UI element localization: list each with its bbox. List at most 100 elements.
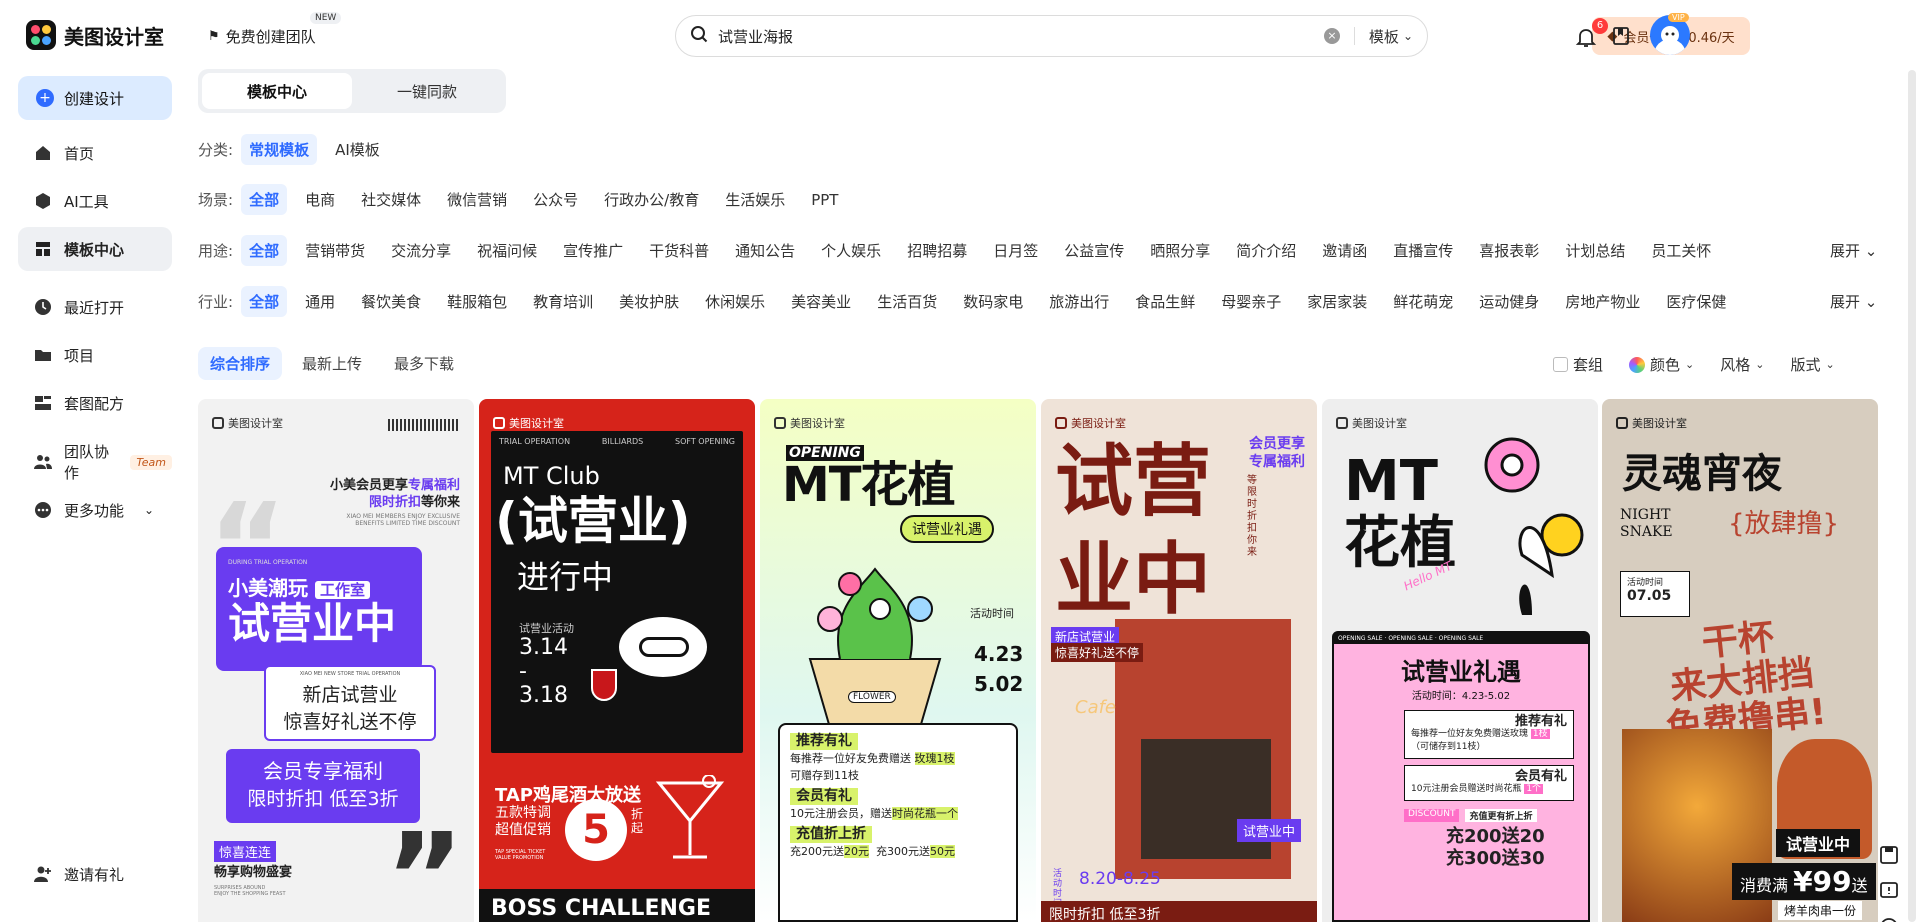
- filter-option[interactable]: 直播宣传: [1385, 235, 1461, 266]
- style-dropdown[interactable]: 风格 ⌄: [1720, 354, 1764, 375]
- filter-option[interactable]: 交流分享: [383, 235, 459, 266]
- filter-option[interactable]: 员工关怀: [1643, 235, 1719, 266]
- filter-option[interactable]: 营销带货: [297, 235, 373, 266]
- filter-option[interactable]: 微信营销: [439, 184, 515, 215]
- color-dropdown[interactable]: 颜色 ⌄: [1629, 354, 1694, 375]
- filter-option[interactable]: 鲜花萌宠: [1385, 286, 1461, 317]
- template-card[interactable]: 美图设计室 MT 花植 Hello MT OPENING SALE · OPENI…: [1322, 399, 1598, 922]
- tab-one-click-same[interactable]: 一键同款: [352, 73, 502, 109]
- filter-option[interactable]: 食品生鲜: [1127, 286, 1203, 317]
- folder-icon: [34, 346, 52, 364]
- filter-option[interactable]: 全部: [241, 286, 288, 317]
- filter-option[interactable]: 常规模板: [241, 134, 318, 165]
- search-input[interactable]: [718, 27, 1324, 45]
- filter-option[interactable]: 美容美业: [783, 286, 859, 317]
- sidebar-item-projects[interactable]: 项目: [18, 333, 172, 377]
- filter-option[interactable]: 行政办公/教育: [596, 184, 707, 215]
- filter-option[interactable]: 全部: [241, 235, 288, 266]
- sidebar-item-recent[interactable]: 最近打开: [18, 285, 172, 329]
- filter-option[interactable]: 招聘招募: [899, 235, 975, 266]
- tab-template-center[interactable]: 模板中心: [202, 73, 352, 109]
- template-card[interactable]: 美图设计室 灵魂宵夜 NIGHT SNAKE {放肆撸} 活动时间 07.05 干杯…: [1602, 399, 1878, 922]
- filter-option[interactable]: 公众号: [525, 184, 586, 215]
- card-text: 小美会员更享专属福利 限时折扣等你来: [329, 478, 460, 510]
- sort-newest[interactable]: 最新上传: [290, 347, 374, 380]
- sidebar-item-recipes[interactable]: 套图配方: [18, 381, 172, 425]
- filter-option[interactable]: 运动健身: [1471, 286, 1547, 317]
- filter-option[interactable]: 餐饮美食: [353, 286, 429, 317]
- filter-option[interactable]: 日月签: [985, 235, 1046, 266]
- expand-industry-button[interactable]: 展开 ⌄: [1830, 291, 1877, 312]
- sidebar-item-more[interactable]: 更多功能 ⌄: [18, 488, 172, 532]
- bookmark-icon[interactable]: [1611, 26, 1631, 46]
- filter-option[interactable]: 家居家装: [1299, 286, 1375, 317]
- filter-option[interactable]: 鞋服箱包: [439, 286, 515, 317]
- filter-option[interactable]: 母婴亲子: [1213, 286, 1289, 317]
- card-brand: 美图设计室: [212, 415, 283, 431]
- feedback-icon[interactable]: [1878, 880, 1900, 902]
- wine-glass-icon: [591, 669, 617, 701]
- filter-option[interactable]: 宣传推广: [555, 235, 631, 266]
- create-team-button[interactable]: ⚑ 免费创建团队: [208, 26, 316, 47]
- filter-option[interactable]: 生活百货: [869, 286, 945, 317]
- template-card[interactable]: 美图设计室 试营 业中 会员更享 专属福利 等限时折扣你来 新店试营业 惊喜好礼送不…: [1041, 399, 1317, 922]
- filter-option[interactable]: 晒照分享: [1142, 235, 1218, 266]
- filter-option[interactable]: 数码家电: [955, 286, 1031, 317]
- filter-option[interactable]: 全部: [241, 184, 288, 215]
- filter-option[interactable]: 邀请函: [1314, 235, 1375, 266]
- filter-option[interactable]: 旅游出行: [1041, 286, 1117, 317]
- filter-option[interactable]: 房地产物业: [1557, 286, 1648, 317]
- sidebar-item-home[interactable]: 首页: [18, 131, 172, 175]
- sidebar-item-templates[interactable]: 模板中心: [18, 227, 172, 271]
- template-card[interactable]: 美图设计室 TRIAL OPERATION BILLIARDS SOFT OPENI…: [479, 399, 755, 922]
- brand-label: 美图设计室: [1071, 417, 1126, 430]
- filter-option[interactable]: PPT: [803, 186, 846, 214]
- filter-option[interactable]: 简介介绍: [1228, 235, 1304, 266]
- filter-option[interactable]: 电商: [297, 184, 343, 215]
- filter-option[interactable]: 社交媒体: [353, 184, 429, 215]
- filter-option[interactable]: 休闲娱乐: [697, 286, 773, 317]
- logo[interactable]: 美图设计室: [26, 20, 164, 50]
- page-scrollbar[interactable]: [1908, 70, 1916, 922]
- cocktail-glass-icon: [655, 774, 725, 869]
- main-tabs: 模板中心 一键同款: [198, 69, 506, 113]
- invite-button[interactable]: 邀请有礼: [18, 852, 172, 896]
- add-user-icon: [34, 865, 52, 883]
- filter-option[interactable]: 干货科普: [641, 235, 717, 266]
- sidebar-item-team[interactable]: 团队协作 Team: [18, 440, 172, 484]
- sidebar-item-ai-tools[interactable]: AI工具: [18, 179, 172, 223]
- filter-option[interactable]: 生活娱乐: [717, 184, 793, 215]
- create-design-button[interactable]: + 创建设计: [18, 76, 172, 120]
- card-brand: 美图设计室: [1616, 415, 1687, 431]
- expand-use-button[interactable]: 展开 ⌄: [1830, 240, 1877, 261]
- filter-option[interactable]: 喜报表彰: [1471, 235, 1547, 266]
- card-text: 惊喜好礼送不停: [1051, 643, 1144, 662]
- filter-option[interactable]: 计划总结: [1557, 235, 1633, 266]
- filter-option[interactable]: 个人娱乐: [813, 235, 889, 266]
- app-name: 美图设计室: [64, 24, 164, 49]
- sort-comprehensive[interactable]: 综合排序: [198, 347, 283, 380]
- search-bar: × 模板 ⌄: [675, 15, 1428, 57]
- filter-option[interactable]: 通用: [297, 286, 343, 317]
- app-root: 美图设计室 + 创建设计 首页 AI工具 模板中心 最近打开 项目 套图配方 团…: [0, 0, 1920, 922]
- template-card[interactable]: 美图设计室 OPENING MT花植 试营业礼遇 FLOWER 活动时间 4.2…: [760, 399, 1036, 922]
- filter-option[interactable]: 通知公告: [727, 235, 803, 266]
- filter-option[interactable]: AI模板: [327, 134, 388, 165]
- quote-mark-icon: ”: [385, 809, 464, 922]
- filter-option[interactable]: 医疗保健: [1658, 286, 1734, 317]
- sidebar-item-label: 团队协作: [64, 443, 110, 482]
- filter-option[interactable]: 祝福问候: [469, 235, 545, 266]
- brand-icon: [1055, 417, 1067, 429]
- template-card[interactable]: 美图设计室 “ 小美会员更享专属福利限时折扣等你来 XIAO MEI MEMBE…: [198, 399, 474, 922]
- filter-option[interactable]: 公益宣传: [1056, 235, 1132, 266]
- clear-search-icon[interactable]: ×: [1323, 28, 1340, 44]
- sort-most-downloaded[interactable]: 最多下载: [382, 347, 466, 380]
- help-icon[interactable]: ?: [1878, 916, 1900, 922]
- home-icon: [34, 144, 52, 162]
- set-checkbox[interactable]: 套组: [1553, 354, 1603, 375]
- filter-option[interactable]: 教育培训: [525, 286, 601, 317]
- search-scope-select[interactable]: 模板 ⌄: [1369, 26, 1413, 47]
- save-icon[interactable]: [1878, 844, 1900, 866]
- filter-option[interactable]: 美妆护肤: [611, 286, 687, 317]
- format-dropdown[interactable]: 版式 ⌄: [1790, 354, 1834, 375]
